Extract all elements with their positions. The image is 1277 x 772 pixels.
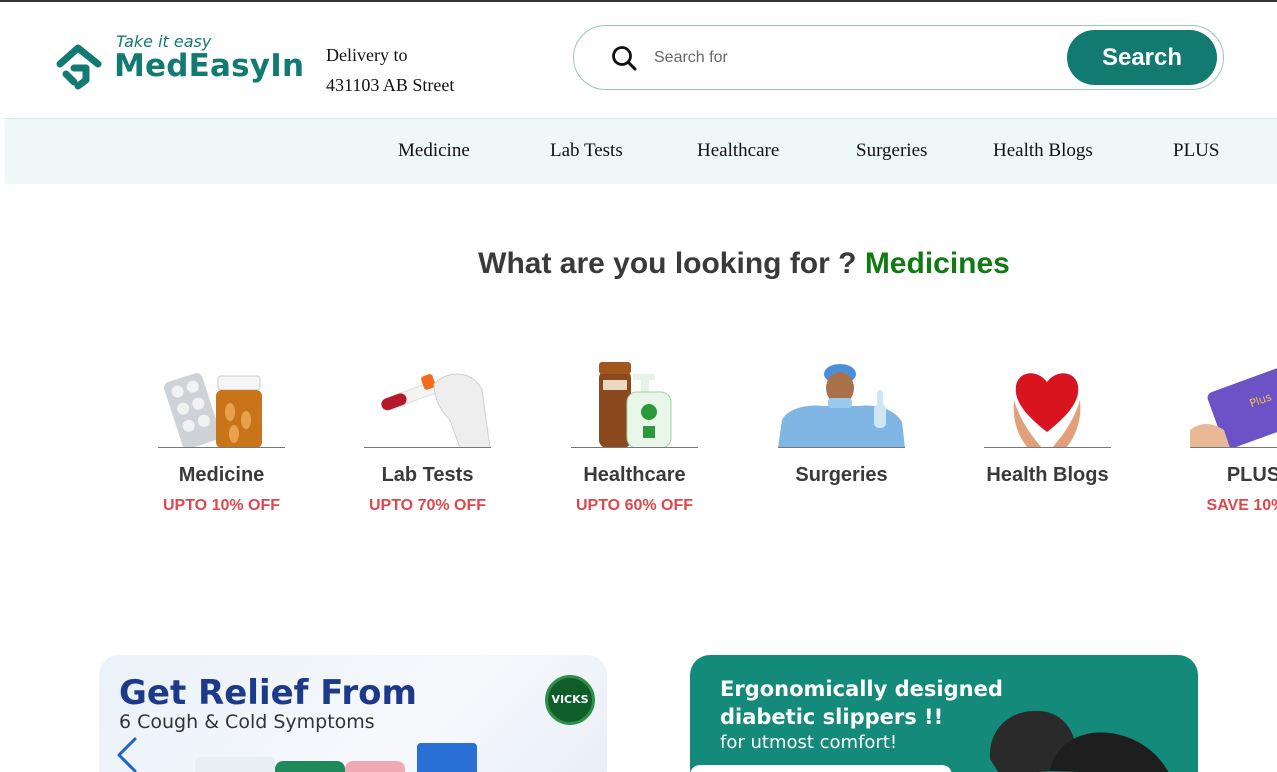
header: Take it easy MedEasyIn Delivery to 43110… (0, 2, 1277, 118)
section-heading: What are you looking for ? Medicines (0, 247, 1277, 281)
plus-card-icon: Plus (1190, 360, 1277, 448)
banner-line-1: Ergonomically designed (720, 677, 1003, 701)
category-label: PLUS (1226, 464, 1277, 486)
chevron-left-icon[interactable] (111, 735, 141, 772)
category-plus[interactable]: Plus PLUS SAVE 10% E (1190, 360, 1277, 515)
nav-item-lab-tests[interactable]: Lab Tests (550, 140, 623, 162)
category-label: Surgeries (795, 464, 888, 486)
search-input[interactable] (654, 42, 1054, 74)
nav-item-surgeries[interactable]: Surgeries (856, 140, 927, 162)
delivery-location[interactable]: Delivery to 431103 AB Street (326, 40, 454, 100)
nav-item-plus[interactable]: PLUS (1173, 140, 1219, 162)
heading-prefix: What are you looking for ? (478, 247, 857, 280)
nav-item-medicine[interactable]: Medicine (398, 140, 470, 162)
category-offer: UPTO 60% OFF (575, 497, 694, 514)
search-button[interactable]: Search (1067, 30, 1217, 85)
category-lab-tests[interactable]: Lab Tests UPTO 70% OFF (364, 360, 491, 515)
banner-cta[interactable] (690, 765, 952, 772)
banner-line-3: for utmost comfort! (720, 732, 898, 753)
delivery-label: Delivery to (326, 45, 408, 65)
vicks-products-icon (195, 743, 477, 772)
heart-hands-icon (984, 360, 1111, 448)
category-offer: UPTO 10% OFF (162, 497, 281, 514)
category-label: Lab Tests (381, 464, 474, 486)
category-label: Health Blogs (986, 464, 1109, 486)
category-health-blogs[interactable]: Health Blogs (984, 360, 1111, 487)
logo-icon (56, 44, 102, 90)
main-nav: Medicine Lab Tests Healthcare Surgeries … (5, 118, 1277, 184)
category-offer: UPTO 70% OFF (368, 497, 487, 514)
nav-item-healthcare[interactable]: Healthcare (697, 140, 779, 162)
banner-vicks[interactable]: Get Relief From 6 Cough & Cold Symptoms … (99, 655, 607, 772)
category-label: Medicine (178, 464, 265, 486)
category-medicine[interactable]: Medicine UPTO 10% OFF (158, 360, 285, 515)
category-surgeries[interactable]: Surgeries (778, 360, 905, 487)
test-tube-icon (364, 360, 491, 448)
vicks-logo: VICKS (545, 675, 595, 725)
logo[interactable]: Take it easy MedEasyIn (56, 32, 306, 92)
category-offer: SAVE 10% E (1206, 497, 1277, 514)
category-healthcare[interactable]: Healthcare UPTO 60% OFF (571, 360, 698, 515)
search-icon (612, 46, 637, 71)
banner-diabetic-slippers[interactable]: Ergonomically designed diabetic slippers… (690, 655, 1198, 772)
banner-line-2: diabetic slippers !! (720, 705, 944, 729)
surgeon-icon (778, 360, 905, 448)
nav-item-health-blogs[interactable]: Health Blogs (993, 140, 1093, 162)
healthcare-products-icon (571, 360, 698, 448)
slipper-icon (989, 710, 1169, 772)
banner-title: Get Relief From (119, 673, 417, 713)
heading-accent: Medicines (864, 247, 1010, 280)
delivery-address: 431103 AB Street (326, 75, 455, 95)
medicine-icon (158, 360, 285, 448)
logo-name: MedEasyIn (114, 48, 305, 84)
search-bar: Search (573, 25, 1224, 90)
category-label: Healthcare (583, 464, 686, 486)
banner-subtitle: 6 Cough & Cold Symptoms (119, 711, 375, 733)
